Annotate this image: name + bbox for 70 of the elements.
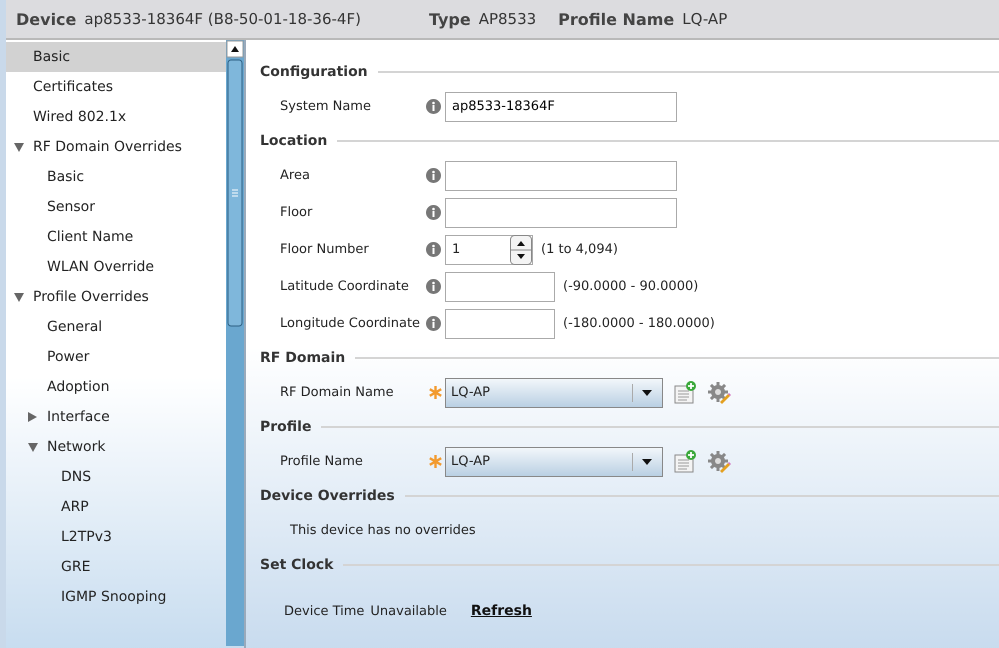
tree-item[interactable]: Certificates [6,72,226,102]
field-label: Device Time [283,604,364,618]
dropdown[interactable]: LQ-AP [445,446,663,476]
collapsed-arrow-icon [28,412,37,422]
tree-item[interactable]: L2TPv3 [6,522,226,552]
tree-item[interactable]: Client Name [6,222,226,252]
range-hint: (1 to 4,094) [541,242,618,257]
tree-item[interactable]: Wired 802.1x [6,102,226,132]
add-document-icon[interactable] [673,450,697,474]
field-label: Floor [280,205,314,220]
tree-item[interactable]: Basic [6,42,226,72]
info-icon[interactable] [426,279,441,294]
tree-item[interactable]: Interface [6,402,226,432]
field-label: RF Domain Name [280,385,395,400]
section-title: Set Clock [260,557,334,573]
add-document-icon[interactable] [673,380,697,404]
tree-item[interactable]: DNS [6,462,226,492]
info-icon[interactable] [426,168,441,183]
field-label: Area [280,168,311,183]
header-value: AP8533 [478,10,536,28]
tree-item[interactable]: Basic [6,162,226,192]
tree-item[interactable]: WLAN Override [6,252,226,282]
gear-pencil-icon[interactable] [707,380,731,404]
text-field[interactable] [445,198,677,228]
header-value: LQ-AP [682,10,728,28]
section-title: Location [260,133,328,149]
field-label: Longitude Coordinate [280,316,422,331]
field-label: Latitude Coordinate [280,279,410,294]
section-title: Configuration [260,64,368,80]
tree-item[interactable]: Sensor [6,192,226,222]
field-label: Profile Name [280,454,364,469]
tree-item[interactable]: GRE [6,552,226,582]
header-value: ap8533-18364F (B8-50-01-18-36-4F) [84,10,361,28]
section-title: Profile [260,419,312,435]
header-label: Profile Name [558,10,674,28]
overrides-message: This device has no overrides [289,523,476,538]
header-label: Type [428,10,471,28]
info-icon[interactable] [426,316,441,331]
tree-item[interactable]: ARP [6,492,226,522]
text-field[interactable]: ap8533-18364F [445,92,677,122]
header-label: Device [16,10,76,28]
device-time-value: Unavailable [370,604,447,618]
stepper-arrows-icon[interactable] [510,234,532,264]
section-title: RF Domain [260,350,346,366]
tree-item[interactable]: General [6,312,226,342]
tree-item[interactable]: Adoption [6,372,226,402]
range-hint: (-90.0000 - 90.0000) [563,279,698,294]
tree-item[interactable]: Network [6,432,226,462]
info-icon[interactable] [426,242,441,257]
field-label: System Name [280,99,372,114]
info-icon[interactable] [426,205,441,220]
expanded-arrow-icon [14,292,24,302]
section-title: Device Overrides [260,488,395,504]
dropdown[interactable]: LQ-AP [445,378,663,408]
scrollbar[interactable] [226,40,244,646]
gear-pencil-icon[interactable] [707,450,731,474]
expanded-arrow-icon [28,442,38,452]
refresh-link[interactable]: Refresh [470,603,532,619]
text-field[interactable] [445,308,555,338]
field-label: Floor Number [280,242,370,257]
tree-item[interactable]: Profile Overrides [6,282,226,312]
range-hint: (-180.0000 - 180.0000) [563,316,715,331]
tree-item[interactable]: IGMP Snooping [6,582,226,612]
info-icon[interactable] [426,99,441,114]
text-field[interactable] [445,160,677,190]
tree-item[interactable]: Power [6,342,226,372]
number-spinner[interactable]: 1 [445,234,533,264]
text-field[interactable] [445,272,555,302]
tree-item[interactable]: RF Domain Overrides [6,132,226,162]
expanded-arrow-icon [14,142,24,152]
